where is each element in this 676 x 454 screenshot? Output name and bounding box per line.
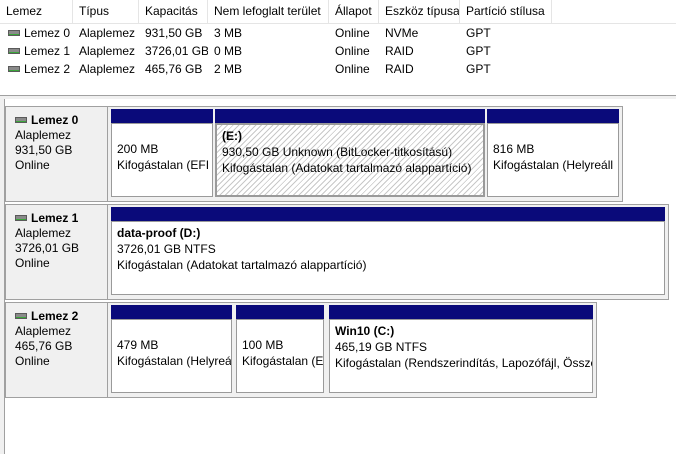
partition-bar — [111, 305, 232, 319]
partition-status: Kifogástalan (E — [242, 354, 324, 368]
disk-size: 465,76 GB — [15, 339, 73, 353]
cell-allapot: Online — [335, 44, 370, 58]
disk-row-0: Lemez 0 Alaplemez 931,50 GB Online 200 M… — [5, 106, 676, 202]
partition-recovery[interactable]: 479 MB Kifogástalan (Helyreá — [111, 305, 232, 393]
disk-drive-icon — [15, 116, 27, 123]
cell-kapacitas: 465,76 GB — [145, 62, 203, 76]
column-header-kapacitas[interactable]: Kapacitás — [139, 0, 208, 23]
column-header-lemez[interactable]: Lemez — [0, 0, 73, 23]
partition-status: Kifogástalan (Adatokat tartalmazó alappa… — [117, 258, 367, 272]
partition-bar — [236, 305, 324, 319]
disk-partition-area-2: 479 MB Kifogástalan (Helyreá 100 MB Kifo… — [108, 302, 597, 398]
partition-size: 3726,01 GB NTFS — [117, 242, 216, 256]
partition-size: 100 MB — [242, 338, 284, 352]
disk-type: Alaplemez — [15, 128, 72, 142]
partition-size: 930,50 GB Unknown (BitLocker-titkosítású… — [222, 145, 453, 159]
partition-status: Kifogástalan (EFI — [117, 158, 210, 172]
table-row[interactable]: Lemez 1 Alaplemez 3726,01 GB 0 MB Online… — [0, 42, 676, 60]
disk-name: Lemez 2 — [31, 309, 79, 323]
cell-lemez: Lemez 1 — [24, 44, 71, 58]
partition-status: Kifogástalan (Helyreáll — [493, 158, 614, 172]
partition-size: 200 MB — [117, 142, 159, 156]
disk-drive-icon — [8, 29, 20, 36]
disk-name: Lemez 1 — [31, 211, 79, 225]
cell-tipus: Alaplemez — [79, 44, 136, 58]
disk-partition-area-0: 200 MB Kifogástalan (EFI (E:) 930,50 GB … — [108, 106, 623, 202]
cell-kapacitas: 931,50 GB — [145, 26, 203, 40]
disk-drive-icon — [15, 214, 27, 221]
disk-label-0[interactable]: Lemez 0 Alaplemez 931,50 GB Online — [5, 106, 108, 202]
partition-bar — [487, 109, 619, 123]
partition-title: data-proof (D:) — [117, 226, 201, 240]
disk-size: 3726,01 GB — [15, 241, 80, 255]
partition-bar — [215, 109, 485, 123]
partition-d-drive[interactable]: data-proof (D:) 3726,01 GB NTFS Kifogást… — [111, 207, 665, 295]
disk-status: Online — [15, 256, 50, 270]
cell-eszkoz-tipusa: NVMe — [385, 26, 419, 40]
table-row[interactable]: Lemez 2 Alaplemez 465,76 GB 2 MB Online … — [0, 60, 676, 78]
disk-label-2[interactable]: Lemez 2 Alaplemez 465,76 GB Online — [5, 302, 108, 398]
disk-drive-icon — [8, 47, 20, 54]
disk-status: Online — [15, 354, 50, 368]
cell-eszkoz-tipusa: RAID — [385, 62, 414, 76]
cell-tipus: Alaplemez — [79, 26, 136, 40]
disk-name: Lemez 0 — [31, 113, 79, 127]
partition-status: Kifogástalan (Rendszerindítás, Lapozófáj… — [335, 356, 593, 370]
disk-list-header: Lemez Típus Kapacitás Nem lefoglalt terü… — [0, 0, 676, 24]
partition-status: Kifogástalan (Helyreá — [117, 354, 232, 368]
disk-row-1: Lemez 1 Alaplemez 3726,01 GB Online data… — [5, 204, 676, 300]
cell-allapot: Online — [335, 26, 370, 40]
partition-title: (E:) — [222, 129, 242, 143]
partition-size: 479 MB — [117, 338, 159, 352]
column-header-particio-stilusa[interactable]: Partíció stílusa — [460, 0, 552, 23]
cell-particio-stilusa: GPT — [466, 44, 491, 58]
cell-allapot: Online — [335, 62, 370, 76]
partition-c-drive[interactable]: Win10 (C:) 465,19 GB NTFS Kifogástalan (… — [329, 305, 593, 393]
partition-status: Kifogástalan (Adatokat tartalmazó alappa… — [222, 161, 472, 175]
partition-bar — [329, 305, 593, 319]
disk-partition-area-1: data-proof (D:) 3726,01 GB NTFS Kifogást… — [108, 204, 669, 300]
cell-nem-lefoglalt: 3 MB — [214, 26, 243, 40]
partition-title: Win10 (C:) — [335, 324, 395, 338]
column-header-nem-lefoglalt[interactable]: Nem lefoglalt terület — [208, 0, 329, 23]
partition-size: 465,19 GB NTFS — [335, 340, 428, 354]
disk-graphical-pane: Lemez 0 Alaplemez 931,50 GB Online 200 M… — [4, 99, 676, 454]
cell-eszkoz-tipusa: RAID — [385, 44, 414, 58]
cell-lemez: Lemez 2 — [24, 62, 71, 76]
column-header-tipus[interactable]: Típus — [73, 0, 139, 23]
disk-label-1[interactable]: Lemez 1 Alaplemez 3726,01 GB Online — [5, 204, 108, 300]
cell-particio-stilusa: GPT — [466, 62, 491, 76]
partition-e-drive[interactable]: (E:) 930,50 GB Unknown (BitLocker-titkos… — [215, 109, 485, 197]
partition-efi[interactable]: 200 MB Kifogástalan (EFI — [111, 109, 213, 197]
disk-row-2: Lemez 2 Alaplemez 465,76 GB Online 479 M… — [5, 302, 676, 398]
cell-nem-lefoglalt: 0 MB — [214, 44, 243, 58]
cell-kapacitas: 3726,01 GB — [145, 44, 208, 58]
partition-efi[interactable]: 100 MB Kifogástalan (E — [236, 305, 324, 393]
disk-status: Online — [15, 158, 50, 172]
partition-bar — [111, 207, 665, 221]
partition-size: 816 MB — [493, 142, 535, 156]
disk-drive-icon — [8, 65, 20, 72]
cell-particio-stilusa: GPT — [466, 26, 491, 40]
column-header-eszkoz-tipusa[interactable]: Eszköz típusa — [379, 0, 460, 23]
cell-lemez: Lemez 0 — [24, 26, 71, 40]
partition-recovery[interactable]: 816 MB Kifogástalan (Helyreáll — [487, 109, 619, 197]
disk-list-pane: Lemez Típus Kapacitás Nem lefoglalt terü… — [0, 0, 676, 96]
disk-type: Alaplemez — [15, 226, 72, 240]
column-header-allapot[interactable]: Állapot — [329, 0, 379, 23]
disk-size: 931,50 GB — [15, 143, 73, 157]
cell-tipus: Alaplemez — [79, 62, 136, 76]
disk-drive-icon — [15, 312, 27, 319]
disk-type: Alaplemez — [15, 324, 72, 338]
partition-bar — [111, 109, 213, 123]
cell-nem-lefoglalt: 2 MB — [214, 62, 243, 76]
table-row[interactable]: Lemez 0 Alaplemez 931,50 GB 3 MB Online … — [0, 24, 676, 42]
